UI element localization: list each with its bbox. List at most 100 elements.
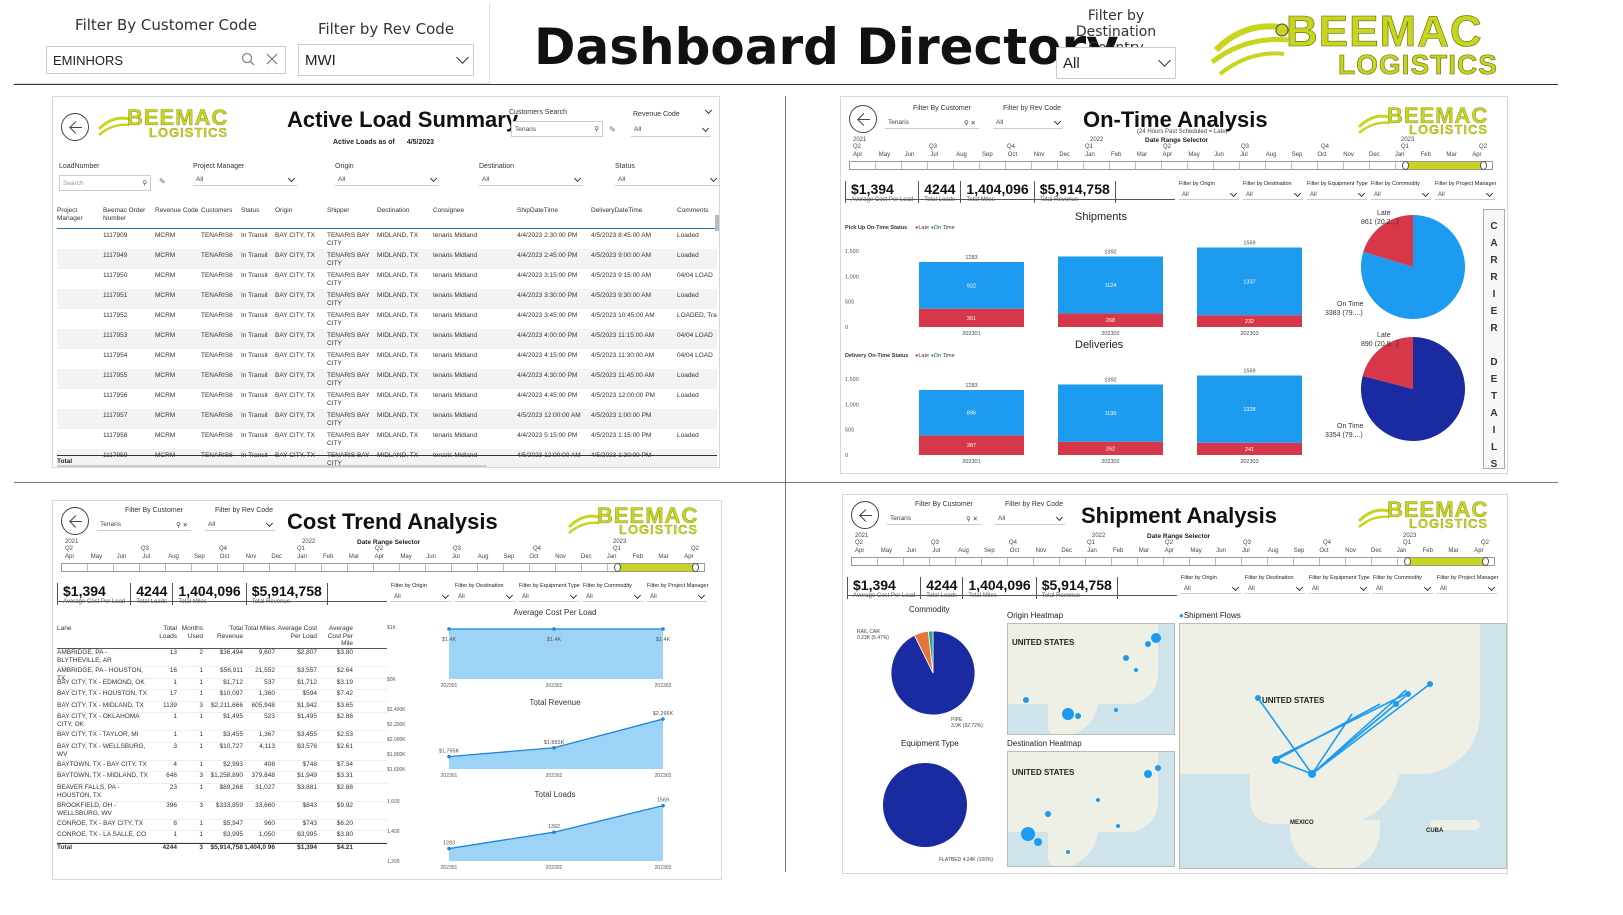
table-row[interactable]: 1117957 MCRM TENARIS6 In Transit BAY CITY, T… xyxy=(57,409,717,429)
loadnumber-search-input[interactable]: Search ⚲ xyxy=(59,175,151,191)
column-header[interactable]: Status xyxy=(241,207,275,215)
dropdown-filter[interactable]: Filter by Project Manager All xyxy=(1435,181,1496,200)
dropdown-filter-box[interactable]: All xyxy=(1181,583,1241,594)
eraser-icon[interactable]: ✎ xyxy=(609,125,616,134)
dropdown-filter[interactable]: Filter by Origin All xyxy=(1181,575,1241,594)
on-time-analysis-panel[interactable]: Filter By Customer Tenaris ⚲ ✕ Filter by Re… xyxy=(840,96,1508,474)
column-header[interactable]: ShipDateTime xyxy=(517,207,591,215)
slider-handle[interactable] xyxy=(1404,557,1411,566)
table-row[interactable]: BAYTOWN, TX - MIDLAND, TX 646 3 $1,258,890 3… xyxy=(57,772,387,784)
filter-dropdown[interactable]: All xyxy=(335,174,439,186)
date-range-selection[interactable] xyxy=(1408,558,1488,565)
slider-handle[interactable] xyxy=(692,563,699,572)
column-header[interactable]: Comments xyxy=(677,207,717,215)
table-row[interactable]: 1117949 MCRM TENARIS6 In Transit BAY CITY, T… xyxy=(57,249,717,269)
column-header[interactable]: Total Revenue xyxy=(203,625,243,640)
dropdown-filter-box[interactable]: All xyxy=(1373,583,1433,594)
dropdown-filter-box[interactable]: All xyxy=(391,591,451,602)
dropdown-filter[interactable]: Filter by Equipment Type All xyxy=(1309,575,1370,594)
dropdown-filter[interactable]: Filter by Destination All xyxy=(1245,575,1305,594)
dropdown-filter[interactable]: Filter by Commodity All xyxy=(1373,575,1433,594)
filter-rev-dropdown[interactable]: All xyxy=(995,513,1065,525)
active-load-summary-panel[interactable]: BEEMAC LOGISTICS Active Load Summary Act… xyxy=(52,96,720,468)
column-header[interactable]: Consignee xyxy=(433,207,517,215)
table-row[interactable]: BAY CITY, TX - TAYLOR, MI 1 1 $3,455 1,367 $3… xyxy=(57,731,387,743)
dropdown-filter[interactable]: Filter by Project Manager All xyxy=(647,583,708,602)
table-row[interactable]: CONROE, TX - BAY CITY, TX 8 1 $5,947 960 $743… xyxy=(57,820,387,831)
back-arrow-icon[interactable] xyxy=(61,113,89,141)
clear-icon[interactable]: ⚲ ✕ xyxy=(966,515,978,523)
dropdown-filter[interactable]: Filter by Commodity All xyxy=(1371,181,1431,200)
revenue-code-dropdown[interactable]: All xyxy=(631,123,711,137)
dropdown-filter[interactable]: Filter by Commodity All xyxy=(583,583,643,602)
table-row[interactable]: BAYTOWN, TX - BAY CITY, TX 4 1 $2,993 408 $74… xyxy=(57,761,387,772)
column-header[interactable]: Revenue Code xyxy=(155,207,201,215)
slider-handle[interactable] xyxy=(1480,161,1487,170)
table-row[interactable]: AMBRIDGE, PA - BLYTHEVILLE, AR 13 2 $36,494… xyxy=(57,649,387,667)
clear-icon[interactable]: ⚲ ✕ xyxy=(964,119,976,127)
column-header[interactable]: Customers xyxy=(201,207,241,215)
column-header[interactable]: Months Used xyxy=(177,625,203,640)
date-range-slider[interactable] xyxy=(851,557,1495,566)
table-row[interactable]: CONROE, TX - LA SALLE, CO 1 1 $3,995 1,050 $3… xyxy=(57,831,387,843)
dest-country-dropdown[interactable]: All xyxy=(1056,47,1176,79)
customer-code-search[interactable]: EMINHORS xyxy=(46,46,286,74)
filter-3[interactable]: Status All xyxy=(615,163,719,186)
table-row[interactable]: 1117958 MCRM TENARIS6 In Transit BAY CITY, T… xyxy=(57,429,717,449)
dropdown-filter-box[interactable]: All xyxy=(647,591,707,602)
filter-2[interactable]: Destination All xyxy=(479,163,583,186)
dropdown-filter-box[interactable]: All xyxy=(519,591,579,602)
carrier-details-button[interactable]: CARRIER DETAILS xyxy=(1483,209,1505,470)
table-row[interactable]: AMBRIDGE, PA - HOUSTON, TX 16 1 $56,911 21,5… xyxy=(57,667,387,682)
horizontal-scrollbar[interactable] xyxy=(57,465,487,467)
filter-rev-dropdown[interactable]: All xyxy=(205,519,275,531)
column-header[interactable]: Average Cost Per Load xyxy=(275,625,317,640)
dropdown-filter[interactable]: Filter by Project Manager All xyxy=(1437,575,1498,594)
dropdown-filter-box[interactable]: All xyxy=(1371,189,1431,200)
origin-heatmap-map[interactable]: UNITED STATES xyxy=(1007,623,1175,735)
column-header[interactable]: Lane xyxy=(57,625,153,633)
table-row[interactable]: BAY CITY, TX - OKLAHOMA CITY, OK 1 1 $1,495… xyxy=(57,713,387,731)
eraser-icon[interactable]: ✎ xyxy=(159,177,166,186)
date-range-slider[interactable] xyxy=(849,161,1493,170)
table-row[interactable]: 1117909 MCRM TENARIS6 In Transit BAY CITY, T… xyxy=(57,229,717,249)
filter-dropdown[interactable]: All xyxy=(615,174,719,186)
dropdown-filter-box[interactable]: All xyxy=(1437,583,1497,594)
shipment-flows-map[interactable]: UNITED STATES MEXICO CUBA xyxy=(1179,623,1507,869)
dropdown-filter-box[interactable]: All xyxy=(1245,583,1305,594)
date-range-selection[interactable] xyxy=(1406,162,1486,169)
table-row[interactable]: 1117956 MCRM TENARIS6 In Transit BAY CITY, T… xyxy=(57,389,717,409)
column-header[interactable]: Total Miles xyxy=(243,625,275,633)
table-row[interactable]: BAY CITY, TX - WELLSBURG, WV 3 1 $10,727 4,1… xyxy=(57,743,387,761)
cost-trend-analysis-panel[interactable]: Filter By Customer Tenaris ⚲ ✕ Filter by Re… xyxy=(52,500,722,880)
dropdown-filter[interactable]: Filter by Destination All xyxy=(455,583,515,602)
table-row[interactable]: BEAVER FALLS, PA - HOUSTON, TX 23 1 $89,268… xyxy=(57,784,387,802)
slider-handle[interactable] xyxy=(1482,557,1489,566)
dropdown-filter[interactable]: Filter by Equipment Type All xyxy=(519,583,580,602)
back-arrow-icon[interactable] xyxy=(851,501,879,529)
date-range-selection[interactable] xyxy=(618,564,698,571)
table-row[interactable]: BAY CITY, TX - MIDLAND, TX 1139 3 $2,211,66… xyxy=(57,702,387,713)
search-icon[interactable] xyxy=(241,52,255,69)
filter-customer-input[interactable]: Tenaris ⚲ ✕ xyxy=(885,117,979,129)
shipment-analysis-panel[interactable]: Filter By Customer Tenaris ⚲ ✕ Filter by Re… xyxy=(842,494,1508,874)
filter-dropdown[interactable]: All xyxy=(479,174,583,186)
date-range-slider[interactable] xyxy=(61,563,705,572)
slider-handle[interactable] xyxy=(614,563,621,572)
clear-icon[interactable]: ⚲ ✕ xyxy=(176,521,188,529)
back-arrow-icon[interactable] xyxy=(61,507,89,535)
dropdown-filter[interactable]: Filter by Origin All xyxy=(391,583,451,602)
table-row[interactable]: BAY CITY, TX - HOUSTON, TX 17 1 $10,097 1,36… xyxy=(57,690,387,702)
column-header[interactable]: Average Cost Per Mile xyxy=(317,625,353,648)
column-header[interactable]: Total Loads xyxy=(153,625,177,640)
table-row[interactable]: 1117952 MCRM TENARIS6 In Transit BAY CITY, T… xyxy=(57,309,717,329)
back-arrow-icon[interactable] xyxy=(849,105,877,133)
rev-code-dropdown[interactable]: MWI xyxy=(298,44,474,76)
dropdown-filter[interactable]: Filter by Origin All xyxy=(1179,181,1239,200)
table-row[interactable]: BAY CITY, TX - EDMOND, OK 1 1 $1,712 537 $1,7… xyxy=(57,679,387,690)
filter-0[interactable]: Project Manager All xyxy=(193,163,297,186)
column-header[interactable]: Project Manager xyxy=(57,207,103,223)
slider-handle[interactable] xyxy=(1402,161,1409,170)
filter-customer-input[interactable]: Tenaris ⚲ ✕ xyxy=(887,513,981,525)
filter-1[interactable]: Origin All xyxy=(335,163,439,186)
